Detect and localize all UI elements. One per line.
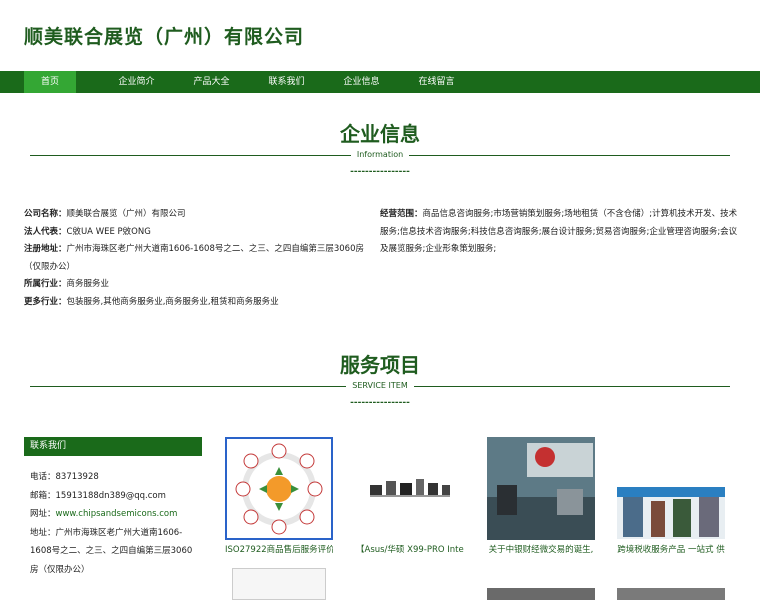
contact-box: 联系我们 电话：83713928 邮箱：15913188dn389@qq.com… xyxy=(24,437,202,579)
service-section-dashes: ---------------- xyxy=(350,398,410,408)
business-scope-row: 经营范围：商品信息咨询服务;市场营销策划服务;场地租赁（不含仓储）;计算机技术开… xyxy=(380,209,738,254)
contact-email: 邮箱：15913188dn389@qq.com xyxy=(30,490,166,501)
service-section-subtitle-bar: SERVICE ITEM xyxy=(30,380,730,392)
info-section-subtitle: Information xyxy=(350,150,410,159)
exhibition-image[interactable] xyxy=(617,437,725,540)
product-card-2[interactable]: 【Asus/华硕 X99-PRO Intel xyxy=(356,437,464,555)
contact-website-link[interactable]: www.chipsandsemicons.com xyxy=(56,509,178,519)
product-card-5[interactable] xyxy=(232,568,326,600)
process-diagram-image[interactable] xyxy=(225,437,333,540)
service-section-title: 服务项目 xyxy=(340,353,420,377)
nav-about[interactable]: 企业简介 xyxy=(99,71,174,93)
product-caption[interactable]: 跨境税收服务产品 一站式 供 xyxy=(617,543,725,555)
product-caption[interactable]: ISO27922商品售后服务评价 xyxy=(225,543,333,555)
info-section-subtitle-bar: Information xyxy=(30,149,730,161)
main-nav: 首页 企业简介 产品大全 联系我们 企业信息 在线留言 xyxy=(0,71,760,93)
product-card-7[interactable] xyxy=(617,588,725,600)
contact-phone: 电话：83713928 xyxy=(30,472,99,482)
nav-message[interactable]: 在线留言 xyxy=(399,71,474,93)
registered-address-row: 注册地址：广州市海珠区老广州大道南1606-1608号之二、之三、之四自编第三层… xyxy=(24,244,364,272)
product-card-6[interactable] xyxy=(487,588,595,600)
product-card-3[interactable]: 关于中银财经微交易的诞生, xyxy=(487,437,595,555)
office-image[interactable] xyxy=(487,437,595,540)
company-info-left: 公司名称：顺美联合展览（广州）有限公司 法人代表：C敓UA WEE P敓ONG … xyxy=(24,206,376,311)
product-caption[interactable]: 【Asus/华硕 X99-PRO Intel xyxy=(356,543,464,555)
nav-company-info[interactable]: 企业信息 xyxy=(324,71,399,93)
hardware-image[interactable] xyxy=(356,437,464,540)
nav-home[interactable]: 首页 xyxy=(24,71,76,93)
product-card-4[interactable]: 跨境税收服务产品 一站式 供 xyxy=(617,437,725,555)
nav-products[interactable]: 产品大全 xyxy=(174,71,249,93)
product-caption[interactable]: 关于中银财经微交易的诞生, xyxy=(487,543,595,555)
contact-address: 地址：广州市海珠区老广州大道南1606-1608号之二、之三、之四自编第三层30… xyxy=(30,527,193,575)
more-industry-row: 更多行业：包装服务,其他商务服务业,商务服务业,租赁和商务服务业 xyxy=(24,296,279,307)
legal-rep-row: 法人代表：C敓UA WEE P敓ONG xyxy=(24,226,151,237)
product-card-1[interactable]: ISO27922商品售后服务评价 xyxy=(225,437,333,555)
contact-website-row: 网址：www.chipsandsemicons.com xyxy=(30,509,178,519)
site-title: 顺美联合展览（广州）有限公司 xyxy=(24,26,305,48)
nav-contact[interactable]: 联系我们 xyxy=(249,71,324,93)
company-info-right: 经营范围：商品信息咨询服务;市场营销策划服务;场地租赁（不含仓储）;计算机技术开… xyxy=(380,206,738,259)
service-section-subtitle: SERVICE ITEM xyxy=(346,381,414,390)
info-section-title: 企业信息 xyxy=(340,122,420,146)
info-section-dashes: ---------------- xyxy=(350,167,410,177)
industry-row: 所属行业：商务服务业 xyxy=(24,279,110,289)
contact-body: 电话：83713928 邮箱：15913188dn389@qq.com 网址：w… xyxy=(24,456,202,579)
company-name-row: 公司名称：顺美联合展览（广州）有限公司 xyxy=(24,209,186,219)
contact-header: 联系我们 xyxy=(24,437,202,456)
